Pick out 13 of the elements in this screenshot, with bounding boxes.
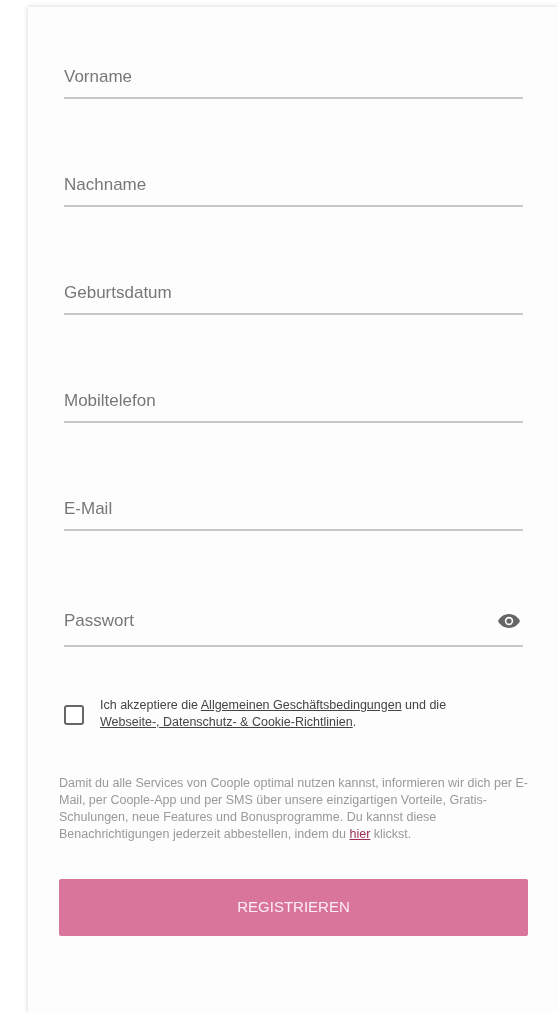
notice-text: Damit du alle Services von Coople optimal nutzen kannst, informieren wir dich per E-Mail, per Coople-App und per SMS über unsere einzigartigen Vorteile, Gratis-Schulungen, neue Features und Bonusprogramme. Du kannst diese Benachrichtigungen jederzeit abbestellen, indem du hier klickst. (59, 775, 528, 843)
input-field[interactable]: Vorname (64, 64, 523, 90)
link[interactable]: Webseite-, Datenschutz- & Cookie-Richtlinien (100, 715, 353, 729)
link[interactable]: Allgemeinen Geschäftsbedingungen (200, 698, 402, 712)
input-field[interactable]: Passwort (64, 608, 497, 634)
eye-icon[interactable] (497, 613, 521, 629)
input-field[interactable]: Nachname (64, 172, 523, 198)
input-field[interactable]: Geburtsdatum (64, 280, 523, 306)
input-field[interactable]: Mobiltelefon (64, 388, 523, 414)
checkbox[interactable] (64, 705, 84, 725)
input-field[interactable]: E-Mail (64, 496, 523, 522)
link[interactable]: hier (349, 827, 371, 841)
consent-text: Ich akzeptiere die Allgemeinen Geschäftsbedingungen und die Webseite-, Datenschutz- & Cookie-Richtlinien. (100, 697, 448, 731)
